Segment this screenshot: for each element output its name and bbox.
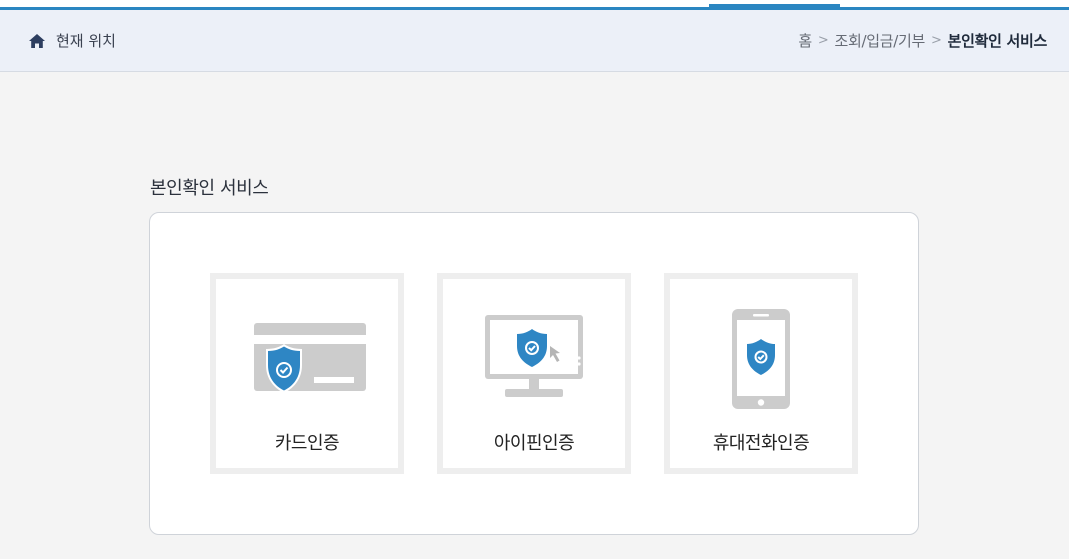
location-bar: 현재 위치 홈 > 조회/입금/기부 > 본인확인 서비스: [0, 10, 1069, 72]
breadcrumb-separator: >: [930, 33, 942, 48]
verification-panel: 카드인증 아이핀인증 휴대전화인증: [149, 212, 919, 535]
breadcrumb-category-link[interactable]: 조회/입금/기부: [834, 30, 925, 51]
card-auth-button[interactable]: 카드인증: [210, 273, 404, 474]
card-shield-icon: [216, 279, 398, 409]
phone-auth-label: 휴대전화인증: [712, 433, 810, 454]
monitor-shield-icon: [443, 279, 625, 409]
ipin-auth-button[interactable]: 아이핀인증: [437, 273, 631, 474]
ipin-auth-label: 아이핀인증: [493, 433, 575, 454]
phone-auth-button[interactable]: 휴대전화인증: [664, 273, 858, 474]
page-title: 본인확인 서비스: [150, 178, 269, 199]
breadcrumb-home-link[interactable]: 홈: [798, 30, 812, 51]
breadcrumb: 홈 > 조회/입금/기부 > 본인확인 서비스: [798, 30, 1047, 51]
current-location-label: 현재 위치: [56, 32, 116, 50]
breadcrumb-current: 본인확인 서비스: [947, 32, 1048, 50]
top-accent-line: [0, 0, 1069, 10]
breadcrumb-separator: >: [817, 33, 829, 48]
card-auth-label: 카드인증: [274, 433, 340, 454]
home-icon[interactable]: [28, 33, 46, 49]
current-location: 현재 위치: [28, 30, 116, 51]
phone-shield-icon: [670, 279, 852, 409]
